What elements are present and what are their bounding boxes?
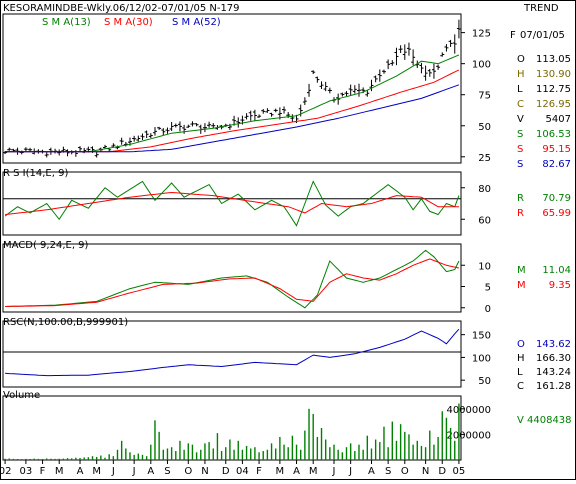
ytick-label: 125 [472, 29, 491, 40]
trend-label: TREND [523, 3, 559, 14]
info-close-label: C [517, 99, 524, 110]
ytick-label: 4000000 [446, 405, 491, 416]
xtick-label: A [293, 466, 300, 477]
xtick-label: 03 [20, 466, 33, 477]
ytick-label: 60 [478, 215, 491, 226]
xtick-label: M [55, 466, 64, 477]
xtick-label: O [401, 466, 409, 477]
info-rsc-low-label: L [517, 367, 523, 378]
sma52-label: S M A(52) [172, 17, 221, 28]
ytick-label: 50 [478, 376, 491, 387]
info-rsc-open-value: 143.62 [536, 339, 571, 350]
xtick-label: D [222, 466, 230, 477]
sma30-label: S M A(30) [104, 17, 153, 28]
xtick-label: N [422, 466, 429, 477]
ytick-label: 75 [478, 91, 491, 102]
xtick-label: M [309, 466, 318, 477]
ytick-label: 5 [485, 283, 491, 294]
info-rsc-open-label: O [517, 339, 525, 350]
sma13-label: S M A(13) [42, 17, 91, 28]
info-sma52-label: S [517, 159, 523, 170]
info-close-value: 126.95 [536, 99, 571, 110]
info-rsc-high-label: H [517, 353, 525, 364]
rsi-panel-label: R S I(14,E, 9) [3, 168, 68, 179]
info-volume-value: 5407 [546, 114, 571, 125]
ytick-label: 100 [472, 353, 491, 364]
info-sma13-value: 106.53 [536, 129, 571, 140]
ytick-label: 100 [472, 60, 491, 71]
xtick-label: 04 [236, 466, 249, 477]
xtick-label: N [201, 466, 208, 477]
xtick-label: J [111, 466, 115, 477]
ytick-label: 0 [485, 304, 491, 315]
info-macd-label: M [517, 265, 526, 276]
chart-title: KESORAMINDBE-Wkly.06/12/02-07/01/05 N-17… [3, 3, 240, 14]
xtick-label: A [368, 466, 375, 477]
xtick-label: 02 [0, 466, 11, 477]
rsc-panel-label: RSC(N,100.00,B,999901) [3, 317, 128, 328]
xtick-label: 05 [453, 466, 466, 477]
info-rsi-value: 70.79 [542, 193, 571, 204]
info-rsc-close-label: C [517, 381, 524, 392]
ytick-label: 150 [472, 331, 491, 342]
xtick-label: S [385, 466, 391, 477]
info-low-value: 112.75 [536, 84, 571, 95]
xtick-label: J [132, 466, 136, 477]
ytick-label: 80 [478, 184, 491, 195]
info-date-value: 07/01/05 [520, 30, 565, 41]
stock-chart: KESORAMINDBE-Wkly.06/12/02-07/01/05 N-17… [0, 0, 576, 480]
xtick-label: F [256, 466, 262, 477]
xtick-label: J [348, 466, 352, 477]
info-rsc-close-value: 161.28 [536, 381, 571, 392]
xtick-label: M [92, 466, 101, 477]
info-rsi-avg-value: 65.99 [542, 208, 571, 219]
info-sma30-value: 95.15 [542, 144, 571, 155]
xtick-label: D [438, 466, 446, 477]
info-high-value: 130.90 [536, 69, 571, 80]
ytick-label: 25 [478, 153, 491, 164]
info-vol-label: V [517, 415, 524, 426]
info-volume-label: V [517, 114, 524, 125]
xtick-label: S [164, 466, 170, 477]
info-rsc-high-value: 166.30 [536, 353, 571, 364]
info-low-label: L [517, 84, 523, 95]
xtick-label: F [40, 466, 46, 477]
info-rsi-avg-label: R [517, 208, 524, 219]
info-macd-signal-label: M [517, 280, 526, 291]
ytick-label: 50 [478, 122, 491, 133]
chart-canvas: KESORAMINDBE-Wkly.06/12/02-07/01/05 N-17… [0, 0, 576, 480]
info-open-value: 113.05 [536, 54, 571, 65]
info-macd-value: 11.04 [542, 265, 571, 276]
info-sma52-value: 82.67 [542, 159, 571, 170]
info-date-label: F [510, 30, 516, 41]
info-sma30-label: S [517, 144, 523, 155]
xtick-label: J [332, 466, 336, 477]
ytick-label: 2000000 [446, 430, 491, 441]
info-rsi-label: R [517, 193, 524, 204]
info-rsc-low-value: 143.24 [536, 367, 571, 378]
info-vol-value: 4408438 [527, 415, 572, 426]
xtick-label: A [77, 466, 84, 477]
info-open-label: O [517, 54, 525, 65]
info-high-label: H [517, 69, 525, 80]
xtick-label: A [147, 466, 154, 477]
ytick-label: 10 [478, 261, 491, 272]
xtick-label: O [184, 466, 192, 477]
macd-panel-label: MACD( 9,24,E, 9) [3, 240, 89, 251]
info-macd-signal-value: 9.35 [549, 280, 571, 291]
info-sma13-label: S [517, 129, 523, 140]
xtick-label: M [276, 466, 285, 477]
